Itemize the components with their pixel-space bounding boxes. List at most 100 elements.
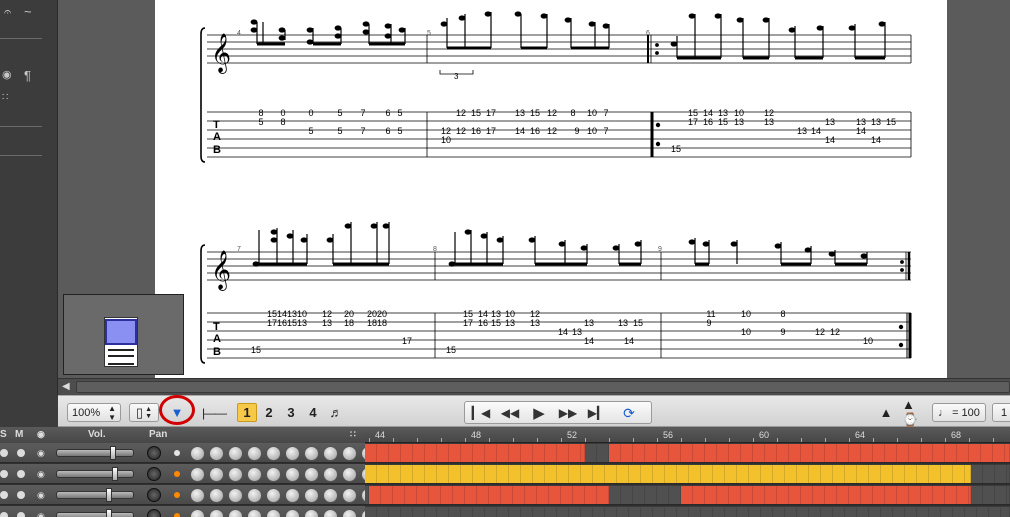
empty-bar-cell[interactable] <box>917 507 929 517</box>
empty-bar-cell[interactable] <box>713 507 725 517</box>
track-lane[interactable] <box>365 443 1010 463</box>
bar-cell[interactable] <box>489 486 501 504</box>
empty-bar-cell[interactable] <box>617 507 629 517</box>
bar-cell[interactable] <box>521 444 533 462</box>
empty-bar-cell[interactable] <box>401 507 413 517</box>
fast-forward-icon[interactable]: ▶▶ <box>556 404 580 422</box>
effect-knob[interactable] <box>323 467 338 482</box>
effect-knob[interactable] <box>209 446 224 461</box>
bar-cell[interactable] <box>713 465 725 483</box>
effect-knob[interactable] <box>304 509 319 517</box>
bar-cell[interactable] <box>929 465 941 483</box>
effect-knob[interactable] <box>323 509 338 517</box>
bar-cell[interactable] <box>401 444 413 462</box>
empty-bar-cell[interactable] <box>657 486 669 504</box>
volume-slider-handle[interactable] <box>106 488 112 502</box>
solo-toggle[interactable] <box>0 449 8 457</box>
bar-cell[interactable] <box>797 465 809 483</box>
scroll-left-icon[interactable]: ◀ <box>62 381 70 392</box>
track-lane[interactable] <box>365 506 1010 517</box>
track-row[interactable]: ◉ <box>0 485 376 505</box>
empty-bar-cell[interactable] <box>389 507 401 517</box>
empty-bar-cell[interactable] <box>995 465 1007 483</box>
bar-cell[interactable] <box>377 465 389 483</box>
score-page[interactable]: 8 0 0 5 7 6 5 5 8 5 5 7 6 5 12 15 17 13 … <box>155 0 947 378</box>
palette-symbol[interactable]: ~ <box>24 4 32 19</box>
bar-cell[interactable] <box>537 486 549 504</box>
bar-cell[interactable] <box>729 444 741 462</box>
bar-cell[interactable] <box>785 465 797 483</box>
bar-cell[interactable] <box>437 444 449 462</box>
page-layout-select[interactable]: ▯ ▲ ▼ <box>129 403 159 422</box>
effect-knob[interactable] <box>209 467 224 482</box>
bar-cell[interactable] <box>557 465 569 483</box>
bar-cell[interactable] <box>885 444 897 462</box>
bar-cell[interactable] <box>453 486 465 504</box>
note-value-button[interactable]: ♬ <box>326 402 346 423</box>
effect-knob[interactable] <box>228 446 243 461</box>
bar-cell[interactable] <box>669 444 681 462</box>
bar-cell[interactable] <box>681 444 693 462</box>
empty-bar-cell[interactable] <box>593 507 605 517</box>
volume-slider[interactable] <box>56 512 134 517</box>
bar-cell[interactable] <box>381 486 393 504</box>
bar-cell[interactable] <box>957 444 969 462</box>
bar-cell[interactable] <box>585 486 597 504</box>
bar-cell[interactable] <box>473 444 485 462</box>
bar-cell[interactable] <box>449 465 461 483</box>
bar-cell[interactable] <box>393 486 405 504</box>
bar-cell[interactable] <box>953 465 965 483</box>
empty-bar-cell[interactable] <box>953 507 965 517</box>
bar-cell[interactable] <box>413 444 425 462</box>
bar-cell[interactable] <box>849 486 861 504</box>
pan-knob[interactable] <box>147 488 161 502</box>
empty-bar-cell[interactable] <box>725 507 737 517</box>
empty-bar-cell[interactable] <box>809 507 821 517</box>
bar-cell[interactable] <box>509 465 521 483</box>
empty-bar-cell[interactable] <box>893 507 905 517</box>
bar-cell[interactable] <box>441 486 453 504</box>
bar-cell[interactable] <box>833 465 845 483</box>
effect-knob[interactable] <box>323 488 338 503</box>
bar-cell[interactable] <box>873 486 885 504</box>
empty-bar-cell[interactable] <box>1001 507 1010 517</box>
effect-knob[interactable] <box>304 488 319 503</box>
timeline-ruler[interactable]: 44 48 52 56 60 64 68 <box>365 427 1010 443</box>
bar-cell[interactable] <box>941 465 953 483</box>
bar-cell[interactable] <box>389 465 401 483</box>
effect-knob[interactable] <box>209 509 224 517</box>
bar-cell[interactable] <box>617 465 629 483</box>
empty-bar-cell[interactable] <box>983 486 995 504</box>
bar-cell[interactable] <box>549 486 561 504</box>
mute-toggle[interactable] <box>17 491 25 499</box>
effect-knob[interactable] <box>247 467 262 482</box>
eye-icon[interactable]: ◉ <box>37 511 45 517</box>
empty-bar-cell[interactable] <box>977 507 989 517</box>
mute-toggle[interactable] <box>17 470 25 478</box>
empty-bar-cell[interactable] <box>497 507 509 517</box>
effect-knob[interactable] <box>247 509 262 517</box>
mute-toggle[interactable] <box>17 512 25 517</box>
bar-cell[interactable] <box>401 465 413 483</box>
effect-knob[interactable] <box>285 488 300 503</box>
solo-toggle[interactable] <box>0 470 8 478</box>
effect-knob[interactable] <box>209 488 224 503</box>
effect-knob[interactable] <box>228 488 243 503</box>
pan-knob[interactable] <box>147 509 161 517</box>
bar-cell[interactable] <box>465 486 477 504</box>
voice-4-button[interactable]: 4 <box>303 403 323 422</box>
bar-cell[interactable] <box>845 465 857 483</box>
solo-toggle[interactable] <box>0 491 8 499</box>
bar-cell[interactable] <box>917 465 929 483</box>
empty-bar-cell[interactable] <box>629 507 641 517</box>
bar-cell[interactable] <box>813 486 825 504</box>
empty-bar-cell[interactable] <box>377 507 389 517</box>
eye-icon[interactable]: ◉ <box>37 469 45 480</box>
bar-cell[interactable] <box>869 465 881 483</box>
bar-cell[interactable] <box>837 486 849 504</box>
empty-bar-cell[interactable] <box>995 486 1007 504</box>
metronome-button[interactable]: ▲ <box>876 402 896 423</box>
bar-cell[interactable] <box>717 444 729 462</box>
track-lane[interactable] <box>365 485 1010 505</box>
empty-bar-cell[interactable] <box>761 507 773 517</box>
